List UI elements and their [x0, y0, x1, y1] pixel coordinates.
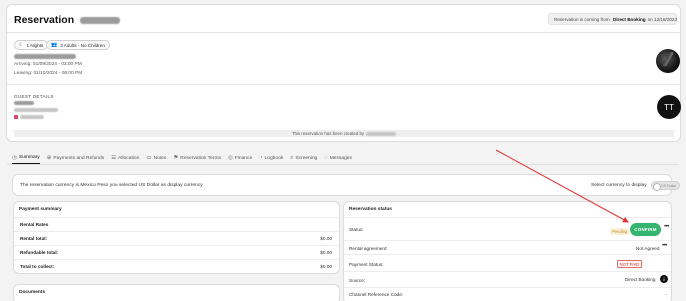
rental-agreement-value: Not Agreed [636, 246, 660, 251]
rental-total-label: Rental total: [20, 236, 48, 241]
status-divider [344, 217, 671, 218]
guest-name-redacted [14, 101, 34, 105]
tab-summary[interactable]: ◷ Summary [12, 152, 40, 164]
tab-allocation[interactable]: ☰ Allocation [111, 152, 139, 164]
finance-icon: ◎ [227, 155, 233, 161]
bookmark-icon: ⚑ [173, 155, 179, 161]
created-by-note: This reservation has been created by [14, 130, 674, 137]
row-divider [344, 254, 671, 255]
tab-payments-and-refunds[interactable]: ⊕ Payments and Refunds [47, 152, 104, 164]
tabs-underline [7, 164, 679, 165]
tab-screening[interactable]: ⌕ Screening [290, 152, 317, 164]
tab-reservation-terms[interactable]: ⚑ Reservation Terms [173, 152, 221, 164]
rental-agreement-label: Rental agreement: [349, 246, 388, 251]
flag-icon [14, 115, 18, 119]
row-divider [14, 231, 339, 232]
logbook-icon: ◔ [259, 155, 263, 161]
message-icon: ◌ [324, 155, 328, 161]
confirm-button[interactable]: CONFIRM [630, 223, 661, 236]
guest-divider [7, 84, 680, 85]
payments-icon: ⊕ [46, 155, 52, 161]
currency-toggle[interactable]: US Dollar [651, 181, 680, 191]
documents-title: Documents [19, 290, 46, 295]
property-image [656, 49, 680, 73]
nights-badge: ☾ 1 Nights [14, 40, 49, 50]
documents-card: Documents [13, 284, 340, 301]
allocation-icon: ☰ [111, 155, 117, 161]
reservation-status-card: Reservation status Status: Pending CONFI… [343, 201, 672, 301]
row-divider [344, 287, 671, 288]
payment-summary-divider [14, 217, 339, 218]
guest-details-label: GUEST DETAILS [14, 94, 54, 99]
row-divider [14, 245, 339, 246]
reservation-header-card: Reservation Reservation is coming from D… [6, 4, 681, 142]
payment-status-label: Payment Status: [349, 262, 384, 267]
reservation-page: Reservation Reservation is coming from D… [0, 0, 686, 301]
payment-status-badge: NOT PAID [617, 260, 642, 268]
arriving-text: Arriving: 01/09/2024 - 03:00 PM [14, 62, 82, 67]
row-divider [344, 240, 671, 241]
search-icon: ⌕ [290, 154, 294, 161]
source-label: Source: [349, 278, 366, 283]
tab-finance[interactable]: ◎ Finance [228, 152, 252, 164]
total-to-collect-label: Total to collect: [20, 264, 55, 269]
guest-phone-redacted [20, 115, 44, 119]
property-name-redacted [14, 54, 76, 59]
refundable-total-label: Refundable total: [20, 250, 59, 255]
currency-info-text: The reservation currency is Mexico Peso … [20, 183, 203, 188]
rental-rates-label: Rental Rates [20, 222, 49, 227]
row-divider [14, 259, 339, 260]
currency-card: The reservation currency is Mexico Peso … [12, 174, 680, 196]
tab-notes[interactable]: ▭ Notes [146, 152, 166, 164]
guests-badge: 👥 3 Adults - No Children [46, 40, 110, 50]
reservation-tabs: ◷ Summary ⊕ Payments and Refunds ☰ Allocati… [12, 152, 359, 164]
summary-icon: ◷ [12, 154, 17, 161]
source-value: Direct Booking [625, 277, 656, 282]
guest-email-redacted [14, 108, 58, 112]
agreement-more-icon[interactable]: ••• [662, 243, 667, 249]
status-badge: Pending [610, 228, 630, 235]
notes-icon: ▭ [146, 155, 152, 161]
people-icon: 👥 [51, 42, 58, 48]
creator-name-redacted [366, 131, 397, 136]
guest-avatar: TT [657, 95, 681, 119]
payment-summary-title: Payment summary [19, 207, 62, 212]
direct-booking-icon: i [660, 275, 668, 283]
source-info: Reservation is coming from Direct Bookin… [548, 13, 677, 25]
page-title: Reservation [14, 14, 121, 26]
payment-summary-card: Payment summary Rental Rates Rental tota… [13, 201, 340, 274]
reservation-status-title: Reservation status [349, 207, 392, 212]
status-more-icon[interactable]: ••• [664, 224, 669, 230]
channel-reference-label: Channel Reference Code: [349, 292, 404, 297]
channel-reference-value: - [665, 292, 667, 297]
moon-icon: ☾ [19, 42, 24, 48]
total-to-collect-value: $0.00 [320, 264, 332, 269]
header-divider [7, 32, 680, 33]
tab-messages[interactable]: ◌ Messages [324, 152, 352, 164]
tab-logbook[interactable]: ◔ Logbook [259, 152, 283, 164]
rental-total-value: $0.00 [320, 236, 332, 241]
status-label: Status: [349, 227, 364, 232]
leaving-text: Leaving: 01/10/2024 - 08:00 PM [14, 71, 83, 76]
currency-select-label: Select currency to display [591, 183, 647, 188]
reservation-id-redacted [80, 16, 121, 24]
refundable-total-value: $0.00 [320, 250, 332, 255]
row-divider [344, 271, 671, 272]
